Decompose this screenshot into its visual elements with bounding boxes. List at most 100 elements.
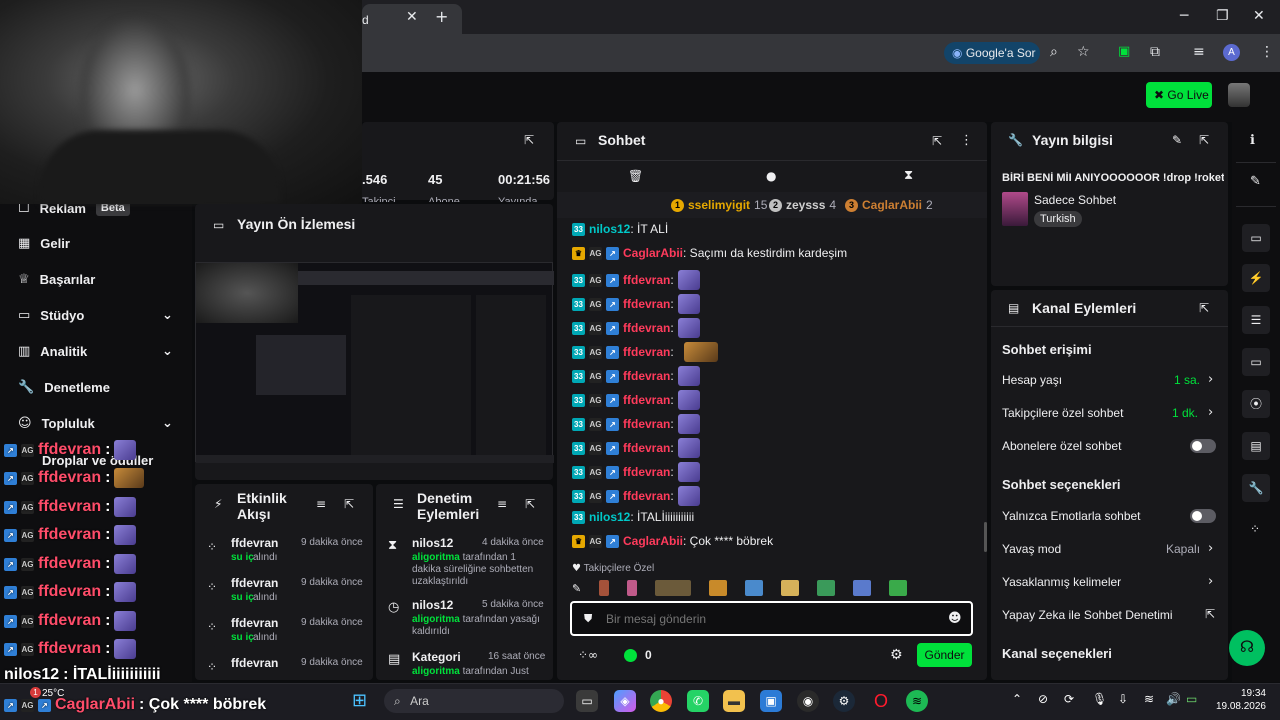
top-chatter[interactable]: 2 zeysss 4	[769, 198, 836, 212]
chevron-right-icon[interactable]: ›	[1208, 574, 1213, 589]
wifi-icon[interactable]: ≋	[1144, 692, 1154, 706]
edit-pencil-icon[interactable]: ✎	[1172, 133, 1182, 147]
emote-image[interactable]	[817, 580, 836, 596]
chat-username[interactable]: ffdevran	[623, 321, 670, 335]
extension-icon[interactable]: ▣	[1118, 44, 1130, 59]
new-tab-icon[interactable]: +	[435, 7, 448, 26]
nav-gelir[interactable]: ▦ Gelir	[18, 236, 70, 251]
external-link-icon[interactable]: ⇱	[1205, 607, 1215, 621]
google-lens-button[interactable]: ◉ Google'a Sor	[944, 42, 1040, 64]
chat-username[interactable]: ffdevran	[623, 441, 670, 455]
points-icon[interactable]: ⁘	[1250, 522, 1260, 536]
rail-wrench-button[interactable]: 🔧	[1242, 474, 1270, 502]
obs-icon[interactable]: ◉	[797, 690, 819, 712]
trash-icon[interactable]: 🗑	[628, 169, 643, 183]
chat-bubble-icon[interactable]: ●	[766, 169, 776, 183]
rail-actions-button[interactable]: ▤	[1242, 432, 1270, 460]
windows-start-icon[interactable]: ⊞	[352, 690, 367, 711]
popout-icon[interactable]: ⇱	[1199, 301, 1209, 315]
chat-username[interactable]: ffdevran	[623, 465, 670, 479]
chat-message-input[interactable]	[606, 609, 926, 629]
popout-icon[interactable]: ⇱	[932, 134, 942, 148]
feather-icon[interactable]: ✎	[572, 582, 581, 595]
taskbar-search[interactable]: ⌕ Ara	[384, 689, 564, 713]
chat-username[interactable]: nilos12	[589, 510, 630, 524]
nav-studyo[interactable]: ▭ Stüdyo ⌄	[18, 308, 173, 323]
folder-icon[interactable]: ▬	[723, 690, 745, 712]
popout-icon[interactable]: ⇱	[525, 497, 535, 511]
nav-analitik[interactable]: ▥ Analitik ⌄	[18, 344, 173, 359]
minimize-icon[interactable]: ─	[1180, 8, 1188, 24]
tray-sync-icon[interactable]: ⟳	[1064, 692, 1074, 706]
go-live-button[interactable]: ✖ Go Live	[1146, 82, 1212, 108]
stream-preview-video[interactable]	[195, 262, 554, 463]
banned-words-label[interactable]: Yasaklanmış kelimeler	[1002, 575, 1121, 589]
steam-icon[interactable]: ⚙	[833, 690, 855, 712]
emoji-icon[interactable]: ☻	[948, 611, 962, 626]
battery-icon[interactable]: ▭	[1186, 692, 1197, 706]
emote-image[interactable]	[781, 580, 800, 596]
close-tab-icon[interactable]: ✕	[406, 9, 418, 25]
chevron-right-icon[interactable]: ›	[1208, 372, 1213, 387]
send-button[interactable]: Gönder	[917, 643, 972, 667]
opera-icon[interactable]: O	[870, 690, 892, 712]
copilot-icon[interactable]: ◈	[614, 690, 636, 712]
edit-pencil-icon[interactable]: ✎	[1250, 174, 1261, 189]
chat-username[interactable]: ffdevran	[623, 273, 670, 287]
subs-chat-toggle[interactable]	[1190, 439, 1216, 453]
top-chatter[interactable]: 1 sselimyigit 15	[671, 198, 767, 212]
clock[interactable]: 19:34 19.08.2026	[1214, 687, 1266, 713]
maximize-icon[interactable]: ❐	[1216, 8, 1229, 24]
whatsapp-icon[interactable]: ✆	[687, 690, 709, 712]
chat-username[interactable]: ffdevran	[623, 489, 670, 503]
tray-chevron-up-icon[interactable]: ⌃	[1012, 692, 1022, 706]
hourglass-icon[interactable]: ⧗	[904, 168, 913, 183]
close-window-icon[interactable]: ✕	[1253, 8, 1265, 24]
chat-username[interactable]: nilos12	[589, 222, 630, 236]
followers-chat-value[interactable]: 1 dk.	[1172, 406, 1198, 420]
emote-image[interactable]	[655, 580, 692, 596]
rail-broadcast-button[interactable]: ⦿	[1242, 390, 1270, 418]
tray-app-icon[interactable]: ⊘	[1038, 692, 1048, 706]
chat-input-box[interactable]: ⛊ ☻	[570, 601, 973, 636]
filter-icon[interactable]: ≡	[497, 497, 507, 511]
category-thumbnail[interactable]	[1002, 192, 1028, 226]
popout-icon[interactable]: ⇱	[524, 133, 534, 147]
chat-username[interactable]: ffdevran	[623, 393, 670, 407]
help-button[interactable]: ☊	[1229, 630, 1265, 666]
chat-scrollbar[interactable]	[984, 522, 987, 552]
profile-avatar[interactable]: A	[1223, 44, 1240, 61]
file-manager-icon[interactable]: ▭	[576, 690, 598, 712]
nav-denetleme[interactable]: 🔧 Denetleme	[18, 380, 110, 395]
tray-download-icon[interactable]: ⇩	[1118, 692, 1128, 706]
chat-username[interactable]: CaglarAbii	[623, 534, 683, 548]
microphone-icon[interactable]: 🎙	[1092, 692, 1107, 706]
rail-preview-button[interactable]: ▭	[1242, 224, 1270, 252]
spotify-icon[interactable]: ≋	[906, 690, 928, 712]
emote-image[interactable]	[627, 580, 638, 596]
chrome-icon[interactable]: ●	[650, 690, 672, 712]
account-age-value[interactable]: 1 sa.	[1174, 373, 1200, 387]
language-tag[interactable]: Turkish	[1034, 211, 1082, 227]
chat-username[interactable]: ffdevran	[623, 417, 670, 431]
user-avatar[interactable]	[1228, 83, 1250, 107]
chat-username[interactable]: ffdevran	[623, 345, 670, 359]
ai-mod-label[interactable]: Yapay Zeka ile Sohbet Denetimi	[1002, 608, 1173, 622]
emote-image[interactable]	[599, 580, 610, 596]
popout-icon[interactable]: ⇱	[344, 497, 354, 511]
chat-username[interactable]: ffdevran	[623, 369, 670, 383]
channel-points[interactable]: 0	[624, 648, 652, 662]
chat-username[interactable]: CaglarAbii	[623, 246, 683, 260]
zoom-icon[interactable]: ⌕	[1050, 44, 1058, 60]
popout-icon[interactable]: ⇱	[1199, 133, 1209, 147]
chevron-right-icon[interactable]: ›	[1208, 541, 1213, 556]
more-icon[interactable]: ⋮	[960, 133, 973, 148]
rail-chat-button[interactable]: ▭	[1242, 348, 1270, 376]
chat-username[interactable]: ffdevran	[623, 297, 670, 311]
emote-image[interactable]	[853, 580, 872, 596]
filter-icon[interactable]: ≡	[316, 497, 326, 511]
emote-only-toggle[interactable]	[1190, 509, 1216, 523]
emote-image[interactable]	[889, 580, 908, 596]
slow-mode-value[interactable]: Kapalı	[1166, 542, 1200, 556]
browser-menu-icon[interactable]: ⋮	[1260, 44, 1274, 60]
